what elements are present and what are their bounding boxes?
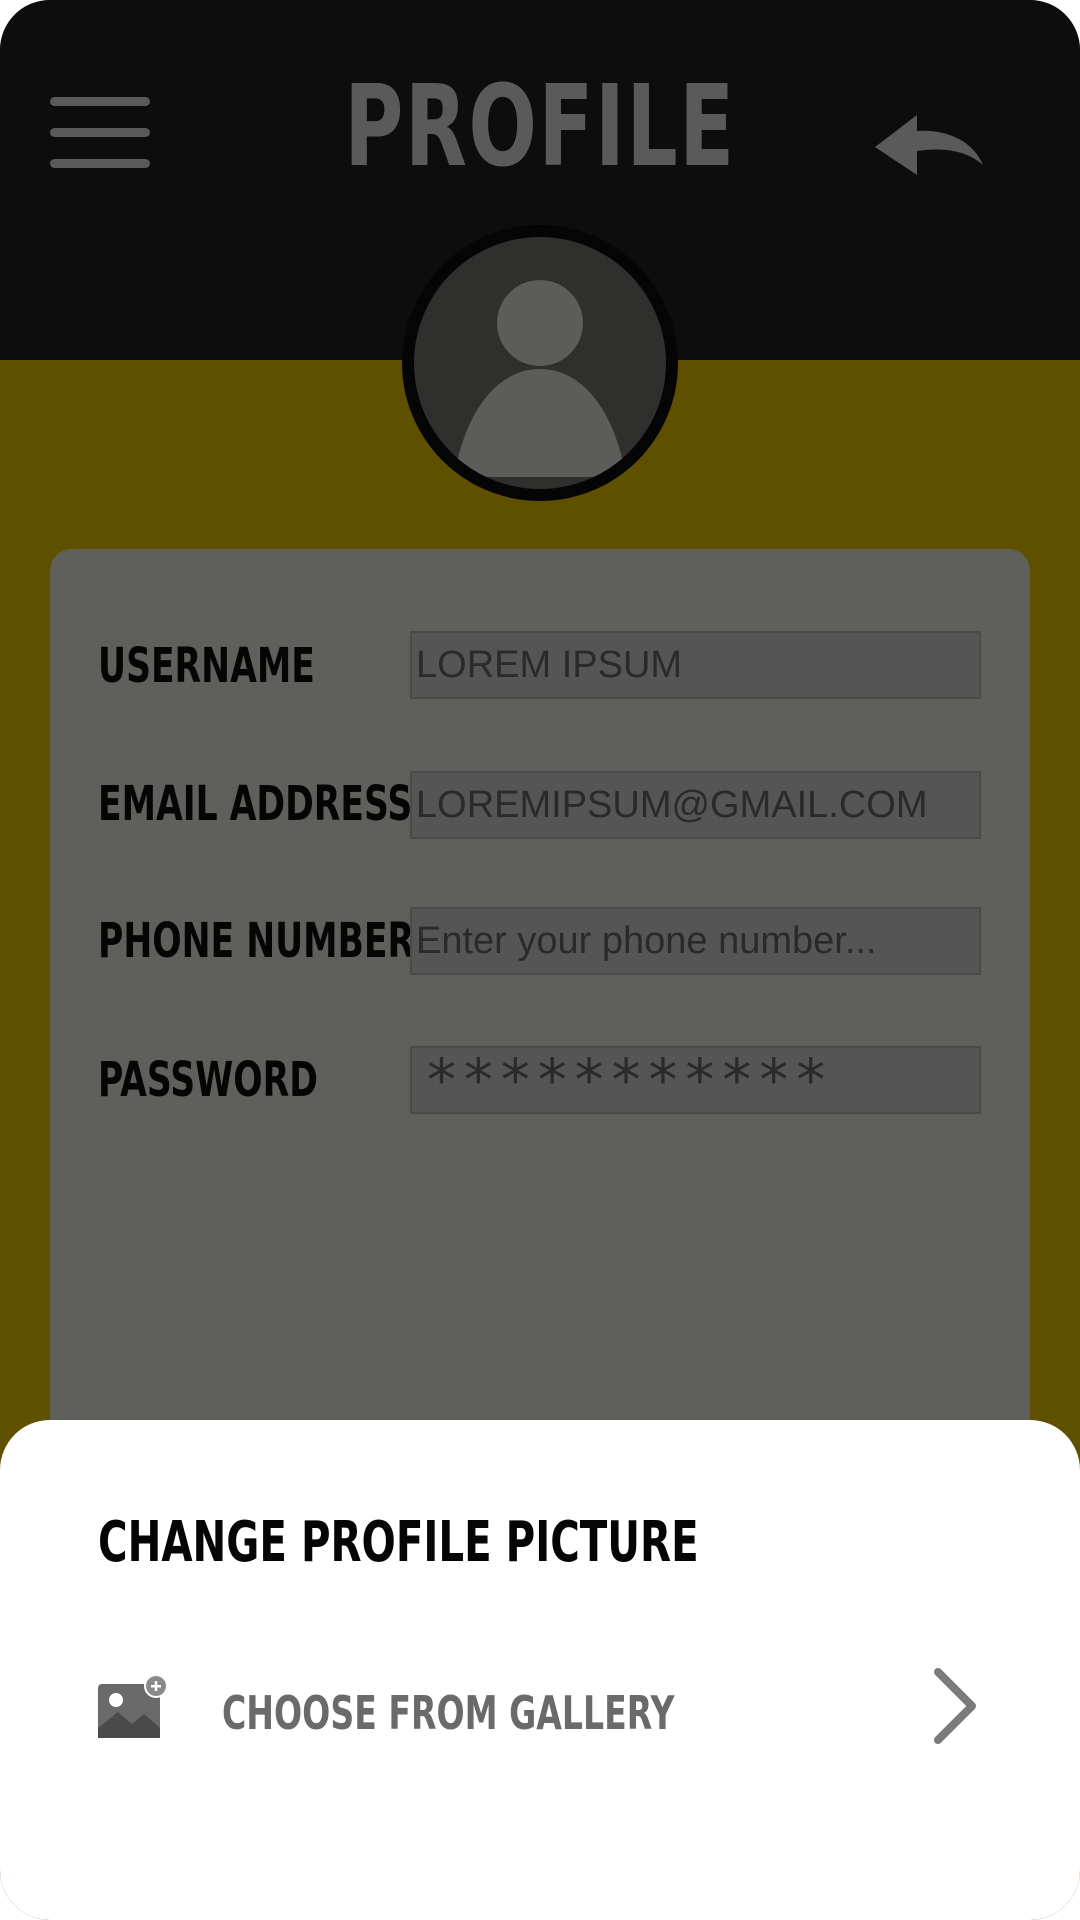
- user-silhouette-icon: [414, 237, 666, 489]
- gallery-add-icon: [98, 1674, 168, 1738]
- phone-label: PHONE NUMBER: [98, 913, 415, 969]
- back-arrow-icon[interactable]: [875, 115, 985, 185]
- page-title: PROFILE: [344, 62, 736, 192]
- password-input[interactable]: [410, 1046, 981, 1114]
- hamburger-menu-icon[interactable]: [50, 97, 150, 169]
- avatar[interactable]: [402, 225, 678, 501]
- password-label: PASSWORD: [98, 1052, 318, 1108]
- choose-from-gallery-option[interactable]: CHOOSE FROM GALLERY: [90, 1660, 990, 1770]
- username-label: USERNAME: [98, 638, 315, 694]
- chevron-right-icon: [934, 1668, 976, 1744]
- username-input[interactable]: [410, 631, 981, 699]
- email-input[interactable]: [410, 771, 981, 839]
- email-label: EMAIL ADDRESS: [98, 776, 413, 832]
- sheet-title: CHANGE PROFILE PICTURE: [98, 1510, 699, 1575]
- profile-screen: PROFILE USERNAME EMAIL ADDRESS PHONE NUM…: [0, 0, 1080, 1920]
- gallery-option-label: CHOOSE FROM GALLERY: [222, 1686, 675, 1740]
- bottom-sheet: CHANGE PROFILE PICTURE CHOOSE FROM GALLE…: [0, 1420, 1080, 1920]
- phone-input[interactable]: [410, 907, 981, 975]
